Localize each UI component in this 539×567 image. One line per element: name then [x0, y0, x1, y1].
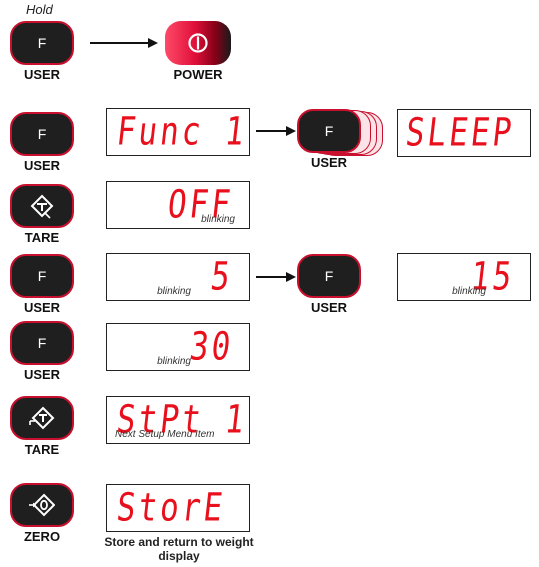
segment-text: StorE	[114, 485, 228, 531]
next-setup-note: Next Setup Menu Item	[115, 429, 215, 440]
f-key-label: F	[324, 268, 334, 284]
user-label: USER	[23, 158, 61, 173]
zero-icon	[29, 493, 55, 517]
power-icon	[188, 33, 208, 53]
arrow-right-icon	[256, 272, 296, 282]
user-f-button-repeat[interactable]: F	[297, 109, 361, 153]
user-label: USER	[310, 300, 348, 315]
blinking-note: blinking	[157, 286, 191, 297]
zero-label: ZERO	[23, 529, 61, 544]
tare-icon	[30, 194, 54, 219]
tare-setpoint-icon	[29, 406, 55, 430]
segment-text: Func 1	[114, 109, 250, 155]
f-key-label: F	[324, 123, 334, 139]
arrow-right-icon	[256, 126, 296, 136]
tare-label: TARE	[24, 230, 60, 245]
display-15: 15 blinking	[397, 253, 531, 301]
display-func1: Func 1	[106, 108, 250, 156]
display-off: OFF blinking	[106, 181, 250, 229]
store-caption: Store and return to weight display	[104, 535, 254, 563]
display-sleep: SLEEP	[397, 109, 531, 157]
blinking-note: blinking	[452, 286, 486, 297]
segment-text: SLEEP	[403, 110, 517, 156]
f-key-label: F	[37, 126, 47, 142]
hold-label: Hold	[26, 2, 53, 17]
user-f-button[interactable]: F	[10, 321, 74, 365]
f-key-label: F	[37, 335, 47, 351]
display-store: StorE	[106, 484, 250, 532]
tare-button[interactable]	[10, 184, 74, 228]
display-5: 5 blinking	[106, 253, 250, 301]
tare-label: TARE	[24, 442, 60, 457]
user-f-button[interactable]: F	[10, 21, 74, 65]
display-30: 30 blinking	[106, 323, 250, 371]
user-label: USER	[310, 155, 348, 170]
tare-setpoint-button[interactable]	[10, 396, 74, 440]
arrow-right-icon	[90, 38, 158, 48]
blinking-note: blinking	[201, 214, 235, 225]
user-f-button[interactable]: F	[10, 112, 74, 156]
display-stpt1: StPt 1 Next Setup Menu Item	[106, 396, 250, 444]
zero-button[interactable]	[10, 483, 74, 527]
user-label: USER	[23, 67, 61, 82]
power-label: POWER	[173, 67, 223, 82]
f-key-label: F	[37, 268, 47, 284]
f-key-label: F	[37, 35, 47, 51]
user-label: USER	[23, 300, 61, 315]
user-label: USER	[23, 367, 61, 382]
user-f-button[interactable]: F	[10, 254, 74, 298]
segment-text: 5	[208, 254, 236, 300]
user-f-button[interactable]: F	[297, 254, 361, 298]
segment-text: 30	[187, 324, 236, 370]
blinking-note: blinking	[157, 356, 191, 367]
power-button[interactable]	[165, 21, 231, 65]
